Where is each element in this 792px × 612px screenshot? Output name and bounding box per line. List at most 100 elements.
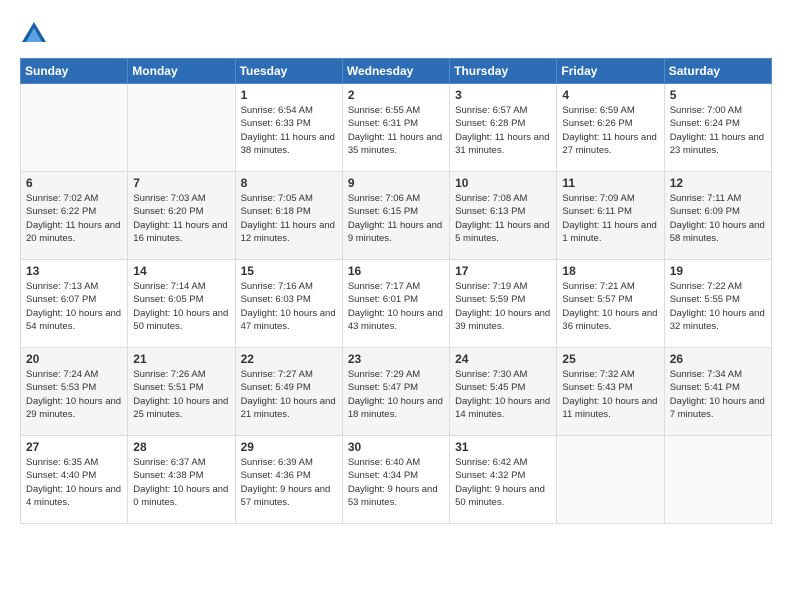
day-info: Sunrise: 7:08 AM Sunset: 6:13 PM Dayligh…	[455, 192, 551, 245]
day-info: Sunrise: 7:00 AM Sunset: 6:24 PM Dayligh…	[670, 104, 766, 157]
day-number: 12	[670, 176, 766, 190]
day-info: Sunrise: 6:55 AM Sunset: 6:31 PM Dayligh…	[348, 104, 444, 157]
calendar-cell: 29 Sunrise: 6:39 AM Sunset: 4:36 PM Dayli…	[235, 436, 342, 524]
day-number: 28	[133, 440, 229, 454]
calendar-cell: 18Sunrise: 7:21 AM Sunset: 5:57 PM Dayli…	[557, 260, 664, 348]
day-number: 18	[562, 264, 658, 278]
day-info: Sunrise: 7:26 AM Sunset: 5:51 PM Dayligh…	[133, 368, 229, 421]
calendar-cell: 5 Sunrise: 7:00 AM Sunset: 6:24 PM Daylig…	[664, 84, 771, 172]
day-number: 7	[133, 176, 229, 190]
calendar-cell: 20 Sunrise: 7:24 AM Sunset: 5:53 PM Dayli…	[21, 348, 128, 436]
day-number: 10	[455, 176, 551, 190]
day-number: 9	[348, 176, 444, 190]
day-info: Sunrise: 7:17 AM Sunset: 6:01 PM Dayligh…	[348, 280, 444, 333]
calendar-cell: 14 Sunrise: 7:14 AM Sunset: 6:05 PM Dayli…	[128, 260, 235, 348]
day-number: 3	[455, 88, 551, 102]
calendar-cell: 27Sunrise: 6:35 AM Sunset: 4:40 PM Dayli…	[21, 436, 128, 524]
calendar-cell: 16 Sunrise: 7:17 AM Sunset: 6:01 PM Dayli…	[342, 260, 449, 348]
day-number: 25	[562, 352, 658, 366]
calendar-week-2: 6 Sunrise: 7:02 AM Sunset: 6:22 PM Daylig…	[21, 172, 772, 260]
calendar-cell: 13 Sunrise: 7:13 AM Sunset: 6:07 PM Dayli…	[21, 260, 128, 348]
header-tuesday: Tuesday	[235, 59, 342, 84]
calendar-cell: 28 Sunrise: 6:37 AM Sunset: 4:38 PM Dayli…	[128, 436, 235, 524]
header-friday: Friday	[557, 59, 664, 84]
day-number: 1	[241, 88, 337, 102]
logo	[20, 20, 52, 48]
day-info: Sunrise: 7:09 AM Sunset: 6:11 PM Dayligh…	[562, 192, 658, 245]
calendar-cell: 12Sunrise: 7:11 AM Sunset: 6:09 PM Dayli…	[664, 172, 771, 260]
calendar-cell: 7Sunrise: 7:03 AM Sunset: 6:20 PM Daylig…	[128, 172, 235, 260]
day-info: Sunrise: 7:34 AM Sunset: 5:41 PM Dayligh…	[670, 368, 766, 421]
calendar-week-4: 20 Sunrise: 7:24 AM Sunset: 5:53 PM Dayli…	[21, 348, 772, 436]
calendar-cell: 31 Sunrise: 6:42 AM Sunset: 4:32 PM Dayli…	[450, 436, 557, 524]
calendar-cell: 26 Sunrise: 7:34 AM Sunset: 5:41 PM Dayli…	[664, 348, 771, 436]
day-info: Sunrise: 6:54 AM Sunset: 6:33 PM Dayligh…	[241, 104, 337, 157]
calendar-cell: 1 Sunrise: 6:54 AM Sunset: 6:33 PM Daylig…	[235, 84, 342, 172]
day-number: 29	[241, 440, 337, 454]
calendar-cell: 4Sunrise: 6:59 AM Sunset: 6:26 PM Daylig…	[557, 84, 664, 172]
calendar-cell: 8 Sunrise: 7:05 AM Sunset: 6:18 PM Daylig…	[235, 172, 342, 260]
calendar-cell	[128, 84, 235, 172]
day-number: 24	[455, 352, 551, 366]
day-info: Sunrise: 7:14 AM Sunset: 6:05 PM Dayligh…	[133, 280, 229, 333]
day-number: 31	[455, 440, 551, 454]
header-saturday: Saturday	[664, 59, 771, 84]
day-number: 6	[26, 176, 122, 190]
day-info: Sunrise: 6:35 AM Sunset: 4:40 PM Dayligh…	[26, 456, 122, 509]
day-info: Sunrise: 7:02 AM Sunset: 6:22 PM Dayligh…	[26, 192, 122, 245]
day-number: 11	[562, 176, 658, 190]
calendar-cell: 11 Sunrise: 7:09 AM Sunset: 6:11 PM Dayli…	[557, 172, 664, 260]
day-number: 8	[241, 176, 337, 190]
day-number: 4	[562, 88, 658, 102]
day-number: 13	[26, 264, 122, 278]
day-number: 23	[348, 352, 444, 366]
calendar-week-3: 13 Sunrise: 7:13 AM Sunset: 6:07 PM Dayli…	[21, 260, 772, 348]
calendar-cell: 19Sunrise: 7:22 AM Sunset: 5:55 PM Dayli…	[664, 260, 771, 348]
day-number: 20	[26, 352, 122, 366]
day-info: Sunrise: 7:32 AM Sunset: 5:43 PM Dayligh…	[562, 368, 658, 421]
day-number: 17	[455, 264, 551, 278]
day-number: 22	[241, 352, 337, 366]
calendar-cell	[21, 84, 128, 172]
calendar-cell: 9Sunrise: 7:06 AM Sunset: 6:15 PM Daylig…	[342, 172, 449, 260]
calendar-cell: 21 Sunrise: 7:26 AM Sunset: 5:51 PM Dayli…	[128, 348, 235, 436]
day-info: Sunrise: 6:57 AM Sunset: 6:28 PM Dayligh…	[455, 104, 551, 157]
header-wednesday: Wednesday	[342, 59, 449, 84]
day-info: Sunrise: 7:27 AM Sunset: 5:49 PM Dayligh…	[241, 368, 337, 421]
day-info: Sunrise: 7:24 AM Sunset: 5:53 PM Dayligh…	[26, 368, 122, 421]
calendar-cell: 2 Sunrise: 6:55 AM Sunset: 6:31 PM Daylig…	[342, 84, 449, 172]
day-info: Sunrise: 6:39 AM Sunset: 4:36 PM Dayligh…	[241, 456, 337, 509]
calendar-cell: 25 Sunrise: 7:32 AM Sunset: 5:43 PM Dayli…	[557, 348, 664, 436]
day-number: 15	[241, 264, 337, 278]
day-number: 5	[670, 88, 766, 102]
calendar-week-1: 1 Sunrise: 6:54 AM Sunset: 6:33 PM Daylig…	[21, 84, 772, 172]
day-info: Sunrise: 6:37 AM Sunset: 4:38 PM Dayligh…	[133, 456, 229, 509]
day-info: Sunrise: 7:16 AM Sunset: 6:03 PM Dayligh…	[241, 280, 337, 333]
day-info: Sunrise: 7:13 AM Sunset: 6:07 PM Dayligh…	[26, 280, 122, 333]
header-sunday: Sunday	[21, 59, 128, 84]
calendar-cell: 24 Sunrise: 7:30 AM Sunset: 5:45 PM Dayli…	[450, 348, 557, 436]
calendar-cell: 10 Sunrise: 7:08 AM Sunset: 6:13 PM Dayli…	[450, 172, 557, 260]
calendar-cell: 15 Sunrise: 7:16 AM Sunset: 6:03 PM Dayli…	[235, 260, 342, 348]
calendar-cell: 23 Sunrise: 7:29 AM Sunset: 5:47 PM Dayli…	[342, 348, 449, 436]
day-info: Sunrise: 7:05 AM Sunset: 6:18 PM Dayligh…	[241, 192, 337, 245]
calendar-cell: 30Sunrise: 6:40 AM Sunset: 4:34 PM Dayli…	[342, 436, 449, 524]
day-info: Sunrise: 6:40 AM Sunset: 4:34 PM Dayligh…	[348, 456, 444, 509]
day-number: 14	[133, 264, 229, 278]
calendar-table: SundayMondayTuesdayWednesdayThursdayFrid…	[20, 58, 772, 524]
day-number: 21	[133, 352, 229, 366]
header-monday: Monday	[128, 59, 235, 84]
calendar-cell: 6 Sunrise: 7:02 AM Sunset: 6:22 PM Daylig…	[21, 172, 128, 260]
page-header	[20, 20, 772, 48]
day-info: Sunrise: 6:42 AM Sunset: 4:32 PM Dayligh…	[455, 456, 551, 509]
day-info: Sunrise: 7:30 AM Sunset: 5:45 PM Dayligh…	[455, 368, 551, 421]
calendar-cell: 3 Sunrise: 6:57 AM Sunset: 6:28 PM Daylig…	[450, 84, 557, 172]
day-number: 19	[670, 264, 766, 278]
day-info: Sunrise: 7:29 AM Sunset: 5:47 PM Dayligh…	[348, 368, 444, 421]
day-number: 2	[348, 88, 444, 102]
day-number: 16	[348, 264, 444, 278]
calendar-cell: 22 Sunrise: 7:27 AM Sunset: 5:49 PM Dayli…	[235, 348, 342, 436]
calendar-header-row: SundayMondayTuesdayWednesdayThursdayFrid…	[21, 59, 772, 84]
day-number: 26	[670, 352, 766, 366]
calendar-cell: 17Sunrise: 7:19 AM Sunset: 5:59 PM Dayli…	[450, 260, 557, 348]
